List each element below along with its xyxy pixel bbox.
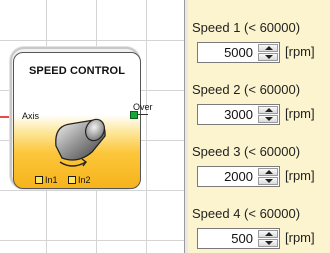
speed-2-increment-button[interactable] bbox=[258, 106, 278, 114]
speed-4-increment-button[interactable] bbox=[258, 230, 278, 238]
diagram-canvas[interactable]: SPEED CONTROL Axis Over In1 In2 bbox=[0, 0, 184, 253]
speed-3-unit: [rpm] bbox=[285, 168, 315, 183]
in2-input-label: In2 bbox=[78, 175, 91, 185]
in1-input-pin[interactable] bbox=[35, 176, 43, 184]
arrow-down-icon bbox=[265, 179, 273, 183]
speed-1-value[interactable]: 5000 bbox=[224, 45, 253, 60]
arrow-down-icon bbox=[265, 55, 273, 59]
arrow-up-icon bbox=[265, 170, 273, 174]
speed-1-increment-button[interactable] bbox=[258, 44, 278, 52]
arrow-down-icon bbox=[265, 241, 273, 245]
axis-input-label: Axis bbox=[22, 111, 40, 121]
arrow-up-icon bbox=[265, 108, 273, 112]
block-title: SPEED CONTROL bbox=[29, 65, 126, 77]
speed-3-decrement-button[interactable] bbox=[258, 177, 278, 185]
speed-2-value[interactable]: 3000 bbox=[224, 107, 253, 122]
speed-3-value[interactable]: 2000 bbox=[224, 169, 253, 184]
speed-2-unit: [rpm] bbox=[285, 106, 315, 121]
arrow-up-icon bbox=[265, 232, 273, 236]
speed-4-value[interactable]: 500 bbox=[231, 231, 253, 246]
speed-1-label: Speed 1 (< 60000) bbox=[192, 20, 301, 35]
arrow-up-icon bbox=[265, 46, 273, 50]
speed-1-unit: [rpm] bbox=[285, 44, 315, 59]
speed-2-decrement-button[interactable] bbox=[258, 115, 278, 123]
over-output-pin[interactable] bbox=[130, 111, 138, 119]
speed-3-spinbox[interactable]: 2000 bbox=[197, 166, 280, 187]
arrow-down-icon bbox=[265, 117, 273, 121]
in2-input-pin[interactable] bbox=[68, 176, 76, 184]
speed-1-decrement-button[interactable] bbox=[258, 53, 278, 61]
speed-4-label: Speed 4 (< 60000) bbox=[192, 206, 301, 221]
speed-4-spinbox[interactable]: 500 bbox=[197, 228, 280, 249]
speed-2-spinbox[interactable]: 3000 bbox=[197, 104, 280, 125]
speed-3-increment-button[interactable] bbox=[258, 168, 278, 176]
speed-1-spinbox[interactable]: 5000 bbox=[197, 42, 280, 63]
speed-3-label: Speed 3 (< 60000) bbox=[192, 144, 301, 159]
rotating-cylinder-icon bbox=[55, 118, 106, 167]
speed-4-decrement-button[interactable] bbox=[258, 239, 278, 247]
in1-input-label: In1 bbox=[45, 175, 58, 185]
speed-4-unit: [rpm] bbox=[285, 230, 315, 245]
speed-2-label: Speed 2 (< 60000) bbox=[192, 82, 301, 97]
over-output-wire bbox=[138, 114, 148, 115]
